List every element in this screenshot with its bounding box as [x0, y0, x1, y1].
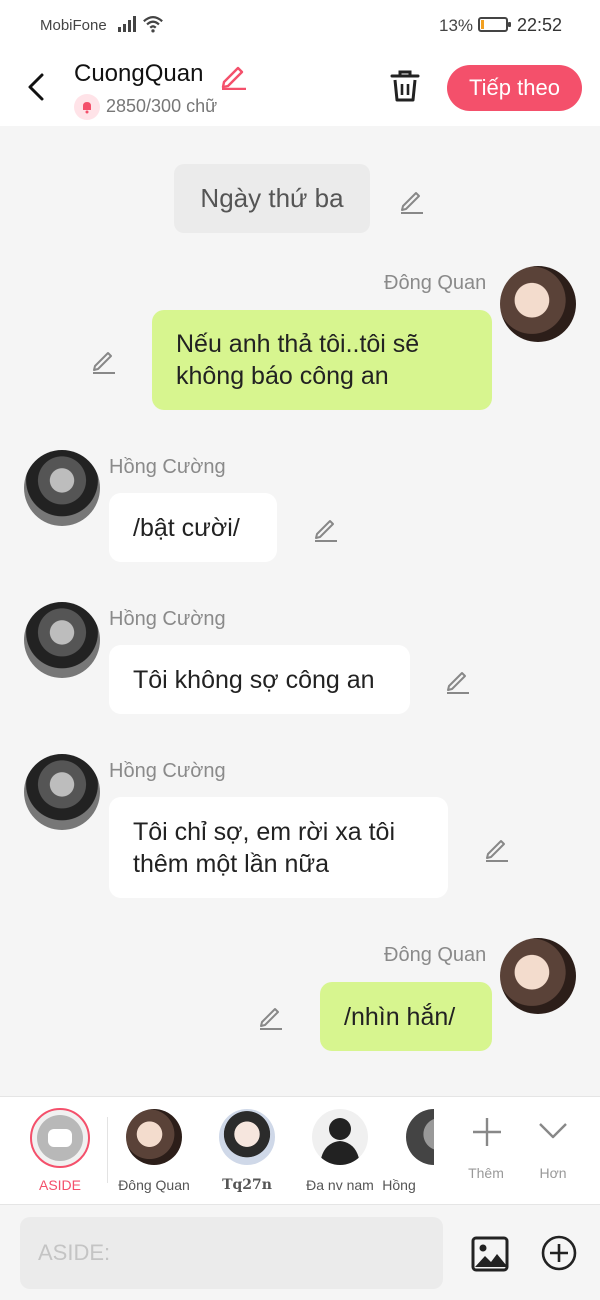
- chevron-down-icon[interactable]: [537, 1117, 569, 1143]
- add-circle-icon[interactable]: [540, 1234, 578, 1272]
- avatar[interactable]: [24, 754, 100, 830]
- edit-message-icon[interactable]: [312, 514, 340, 542]
- sender-name: Hồng Cường: [109, 608, 226, 630]
- avatar[interactable]: [24, 450, 100, 526]
- story-title: CuongQuan: [74, 60, 204, 87]
- wifi-icon: [143, 16, 163, 33]
- trash-icon[interactable]: [388, 68, 422, 104]
- status-bar: MobiFone 13% 22:52: [0, 0, 600, 52]
- character-avatar[interactable]: [126, 1109, 182, 1165]
- battery-percent: 13%: [439, 16, 474, 35]
- avatar[interactable]: [24, 602, 100, 678]
- person-silhouette-icon: [320, 1118, 360, 1165]
- sender-name: Đông Quan: [384, 944, 487, 966]
- chat-bubble-icon: [37, 1115, 83, 1161]
- image-icon[interactable]: [470, 1234, 510, 1274]
- message-input[interactable]: [20, 1217, 443, 1289]
- character-label: Đông Quan: [118, 1177, 190, 1193]
- character-avatar[interactable]: [219, 1109, 275, 1165]
- input-bar: [0, 1204, 600, 1300]
- edit-message-icon[interactable]: [444, 666, 472, 694]
- character-clipped[interactable]: Hồng: [378, 1097, 434, 1205]
- clock: 22:52: [517, 15, 563, 35]
- sender-name: Hồng Cường: [109, 760, 226, 782]
- carrier-name: MobiFone: [40, 17, 107, 34]
- message-bubble[interactable]: /bật cười/: [109, 493, 277, 562]
- character-label: Tq27n: [222, 1177, 272, 1193]
- message-bubble[interactable]: Tôi không sợ công an: [109, 645, 410, 714]
- character-avatar[interactable]: [312, 1109, 368, 1165]
- editor-header: CuongQuan 2850/300 chữ Tiếp theo: [0, 52, 600, 126]
- aside-label: ASIDE: [38, 1177, 81, 1193]
- next-button[interactable]: Tiếp theo: [447, 65, 582, 111]
- edit-title-icon[interactable]: [218, 60, 248, 90]
- message-bubble[interactable]: Nếu anh thả tôi..tôi sẽ không báo công a…: [152, 310, 492, 410]
- word-counter: 2850/300 chữ: [106, 96, 218, 116]
- message-bubble[interactable]: /nhìn hắn/: [320, 982, 492, 1051]
- character-bar: ASIDE Đông Quan Tq27n Đa nv nam Hồng Thê…: [0, 1096, 600, 1204]
- edit-narration-icon[interactable]: [398, 186, 426, 214]
- character-label: Hồng: [382, 1177, 416, 1193]
- edit-message-icon[interactable]: [483, 834, 511, 862]
- edit-message-icon[interactable]: [90, 346, 118, 374]
- back-arrow-icon[interactable]: [22, 70, 52, 104]
- character-avatar[interactable]: [406, 1109, 434, 1165]
- battery-icon: [478, 17, 511, 32]
- aside-selector[interactable]: [30, 1108, 90, 1168]
- signal-icon: [118, 16, 138, 32]
- more-label: Thêm: [468, 1165, 504, 1181]
- sender-name: Đông Quan: [384, 272, 487, 294]
- character-label: Đa nv nam: [306, 1177, 374, 1193]
- avatar[interactable]: [500, 938, 576, 1014]
- edit-message-icon[interactable]: [257, 1002, 285, 1030]
- plus-icon[interactable]: [470, 1115, 504, 1149]
- bell-icon: [74, 94, 100, 120]
- battery-level: [481, 20, 484, 29]
- narration-bubble[interactable]: Ngày thứ ba: [174, 164, 370, 233]
- collapse-label: Hơn: [539, 1165, 567, 1181]
- divider: [107, 1117, 108, 1183]
- chat-area[interactable]: Ngày thứ ba Đông Quan Nếu anh thả tôi..t…: [0, 126, 600, 1096]
- message-bubble[interactable]: Tôi chỉ sợ, em rời xa tôi thêm một lần n…: [109, 797, 448, 898]
- avatar[interactable]: [500, 266, 576, 342]
- sender-name: Hồng Cường: [109, 456, 226, 478]
